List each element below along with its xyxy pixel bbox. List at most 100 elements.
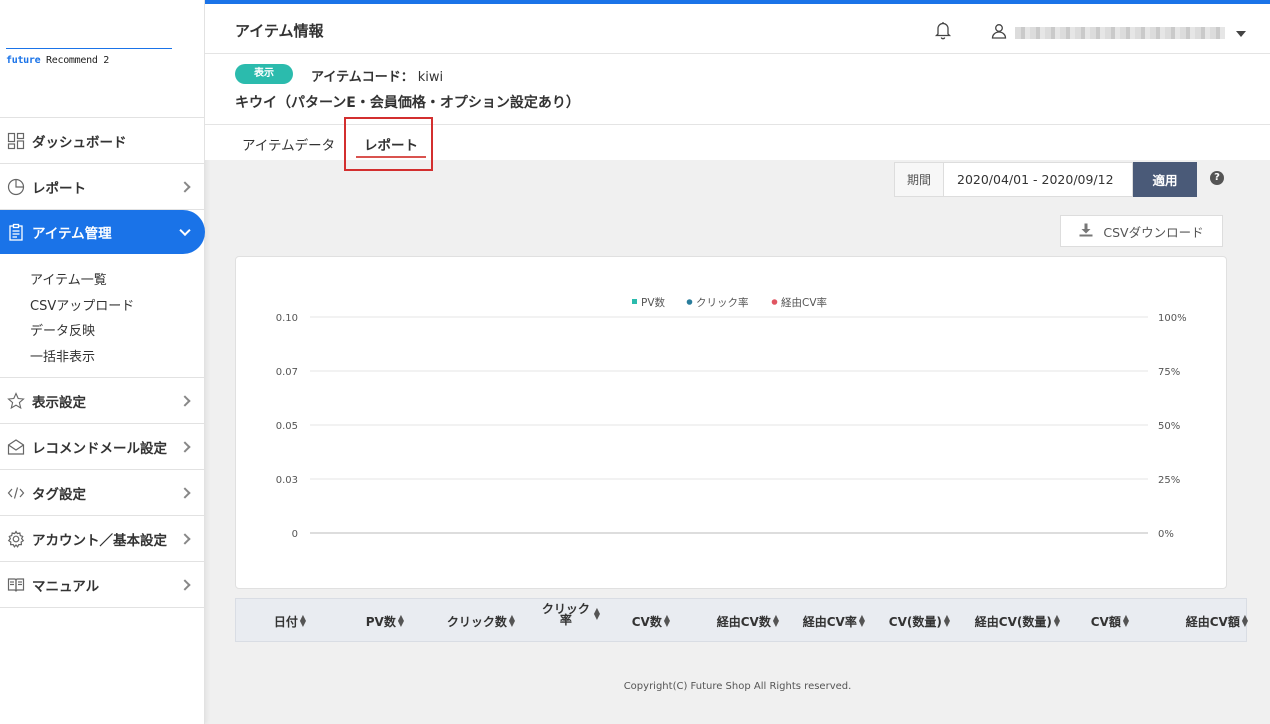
sidebar-item-account-settings[interactable]: アカウント／基本設定 — [0, 516, 205, 562]
gear-icon — [6, 529, 26, 549]
sidebar-item-label: タグ設定 — [32, 486, 86, 503]
chevron-right-icon — [179, 532, 191, 545]
column-header-label: PV数 — [365, 614, 396, 629]
sidebar-item-dashboard[interactable]: ダッシュボード — [0, 118, 205, 164]
tab-item-data[interactable]: アイテムデータ — [242, 134, 335, 154]
legend-label-1: クリック率 — [696, 296, 749, 309]
user-icon — [991, 23, 1007, 43]
subnav-item-data-reflect[interactable]: データ反映 — [30, 320, 205, 346]
tab-report[interactable]: レポート — [356, 134, 426, 158]
chevron-right-icon — [179, 394, 191, 407]
y-left-tick-1: 0.07 — [276, 367, 298, 378]
sidebar-item-tag-settings[interactable]: タグ設定 — [0, 470, 205, 516]
column-header-label: CV額 — [1090, 614, 1121, 629]
page-title: アイテム情報 — [235, 22, 324, 40]
subnav-item-bulk-hide[interactable]: 一括非表示 — [30, 346, 205, 372]
sidebar-item-item-management[interactable]: アイテム管理 — [0, 210, 205, 254]
chevron-down-icon — [179, 224, 191, 237]
report-chart: PV数 クリック率 経由CV率 0.10 100% 0.07 75% 0.05 50% 0.03 2… — [276, 296, 1187, 540]
chevron-right-icon — [179, 578, 191, 591]
sidebar-item-display-settings[interactable]: 表示設定 — [0, 378, 205, 424]
item-name: キウイ（パターンE・会員価格・オプション設定あり） — [235, 95, 580, 111]
code-icon — [6, 483, 26, 503]
book-icon — [6, 575, 26, 595]
caret-down-icon[interactable] — [1236, 31, 1246, 37]
item-header: 表示 アイテムコード： kiwi キウイ（パターンE・会員価格・オプション設定あり… — [205, 54, 1270, 125]
dashboard-icon — [6, 131, 26, 151]
csv-download-button[interactable]: CSVダウンロード — [1060, 215, 1223, 247]
bell-icon[interactable] — [934, 20, 952, 44]
subnav-item-list[interactable]: アイテム一覧 — [30, 269, 205, 295]
status-badge: 表示 — [235, 64, 293, 84]
download-icon — [1079, 223, 1103, 240]
period-date-range-input[interactable]: 2020/04/01 - 2020/09/12 — [944, 162, 1133, 197]
user-menu[interactable] — [991, 23, 1225, 43]
sidebar-item-label: アカウント／基本設定 — [32, 532, 167, 549]
column-header-2[interactable]: クリック数 ▲ ▼ — [404, 599, 515, 643]
column-header-label: 経由CV数 — [716, 614, 771, 629]
y-left-tick-0: 0.10 — [276, 313, 298, 324]
help-icon[interactable]: ? — [1210, 171, 1224, 185]
column-header-3[interactable]: クリック率 ▲ ▼ — [515, 599, 600, 643]
sidebar-subnav: アイテム一覧 CSVアップロード データ反映 一括非表示 — [0, 255, 205, 378]
y-left-tick-3: 0.03 — [276, 475, 298, 486]
chart-card: PV数 クリック率 経由CV率 0.10 100% 0.07 75% 0.05 50% 0.03 2… — [235, 256, 1227, 589]
sidebar: future Recommend 2 ダッシュボード レポート アイテム管理 ア… — [0, 0, 205, 724]
sidebar-item-label: ダッシュボード — [32, 134, 127, 151]
item-code-value: kiwi — [417, 70, 444, 85]
y-right-tick-2: 50% — [1158, 421, 1180, 432]
chevron-right-icon — [179, 486, 191, 499]
footer-copyright: Copyright(C) Future Shop All Rights rese… — [623, 681, 852, 692]
sidebar-item-label: アイテム管理 — [32, 226, 112, 242]
item-code-label: アイテムコード： — [311, 70, 414, 85]
item-code: アイテムコード： kiwi — [311, 66, 443, 85]
legend-marker-2 — [771, 299, 778, 305]
legend-label-0: PV数 — [641, 296, 666, 309]
table-header: 日付 ▲ ▼ PV数 ▲ ▼ クリック数 ▲ ▼ クリック率 ▲ ▼ CV数 ▲ ▼ 経由CV数 ▲ ▼ 経由CV率… — [235, 598, 1248, 643]
star-icon — [6, 391, 26, 411]
sidebar-item-recommend-mail[interactable]: レコメンドメール設定 — [0, 424, 205, 470]
chevron-right-icon — [179, 180, 191, 193]
sidebar-nav: ダッシュボード レポート アイテム管理 アイテム一覧 CSVアップロード データ… — [0, 117, 205, 608]
column-header-8[interactable]: 経由CV(数量) ▲ ▼ — [950, 599, 1060, 643]
column-header-10[interactable]: 経由CV額 ▲ ▼ — [1129, 599, 1248, 643]
legend-label-2: 経由CV率 — [781, 296, 827, 309]
column-header-6[interactable]: 経由CV率 ▲ ▼ — [779, 599, 865, 643]
column-header-label: クリック数 — [446, 614, 507, 629]
column-header-0[interactable]: 日付 ▲ ▼ — [236, 599, 306, 643]
sidebar-item-label: レポート — [32, 180, 86, 197]
y-right-tick-1: 75% — [1158, 367, 1180, 378]
column-header-1[interactable]: PV数 ▲ ▼ — [306, 599, 404, 643]
column-header-9[interactable]: CV額 ▲ ▼ — [1060, 599, 1129, 643]
y-right-tick-0: 100% — [1158, 313, 1187, 324]
y-right-tick-3: 25% — [1158, 475, 1180, 486]
sidebar-item-report[interactable]: レポート — [0, 164, 205, 210]
subnav-item-csv-upload[interactable]: CSVアップロード — [30, 295, 205, 321]
column-header-label: クリック率 — [541, 602, 590, 627]
column-header-label: 経由CV額 — [1185, 614, 1240, 629]
apply-button[interactable]: 適用 — [1133, 162, 1197, 197]
chevron-right-icon — [179, 440, 191, 453]
sidebar-item-manual[interactable]: マニュアル — [0, 562, 205, 608]
csv-download-label: CSVダウンロード — [1103, 224, 1204, 240]
user-name-redacted — [1015, 27, 1225, 39]
y-left-tick-4: 0 — [292, 529, 298, 540]
sort-icon[interactable]: ▲ ▼ — [1242, 614, 1248, 628]
column-header-7[interactable]: CV(数量) ▲ ▼ — [865, 599, 950, 643]
column-header-5[interactable]: 経由CV数 ▲ ▼ — [670, 599, 779, 643]
app-logo[interactable]: future Recommend 2 — [6, 48, 172, 66]
legend-marker-0 — [632, 299, 637, 304]
pie-chart-icon — [6, 177, 26, 197]
tab-bar: アイテムデータ レポート — [205, 125, 1270, 160]
column-header-4[interactable]: CV数 ▲ ▼ — [600, 599, 670, 643]
sidebar-item-label: マニュアル — [32, 578, 100, 595]
sidebar-item-label: 表示設定 — [32, 394, 86, 411]
column-header-label: 経由CV(数量) — [974, 614, 1052, 629]
mail-icon — [6, 437, 26, 457]
column-header-label: 日付 — [273, 614, 298, 629]
period-selector: 期間 2020/04/01 - 2020/09/12 適用 — [894, 162, 1197, 197]
clipboard-icon — [6, 222, 26, 242]
y-right-tick-4: 0% — [1158, 529, 1174, 540]
column-header-label: 経由CV率 — [802, 614, 857, 629]
column-header-label: CV(数量) — [888, 614, 942, 629]
